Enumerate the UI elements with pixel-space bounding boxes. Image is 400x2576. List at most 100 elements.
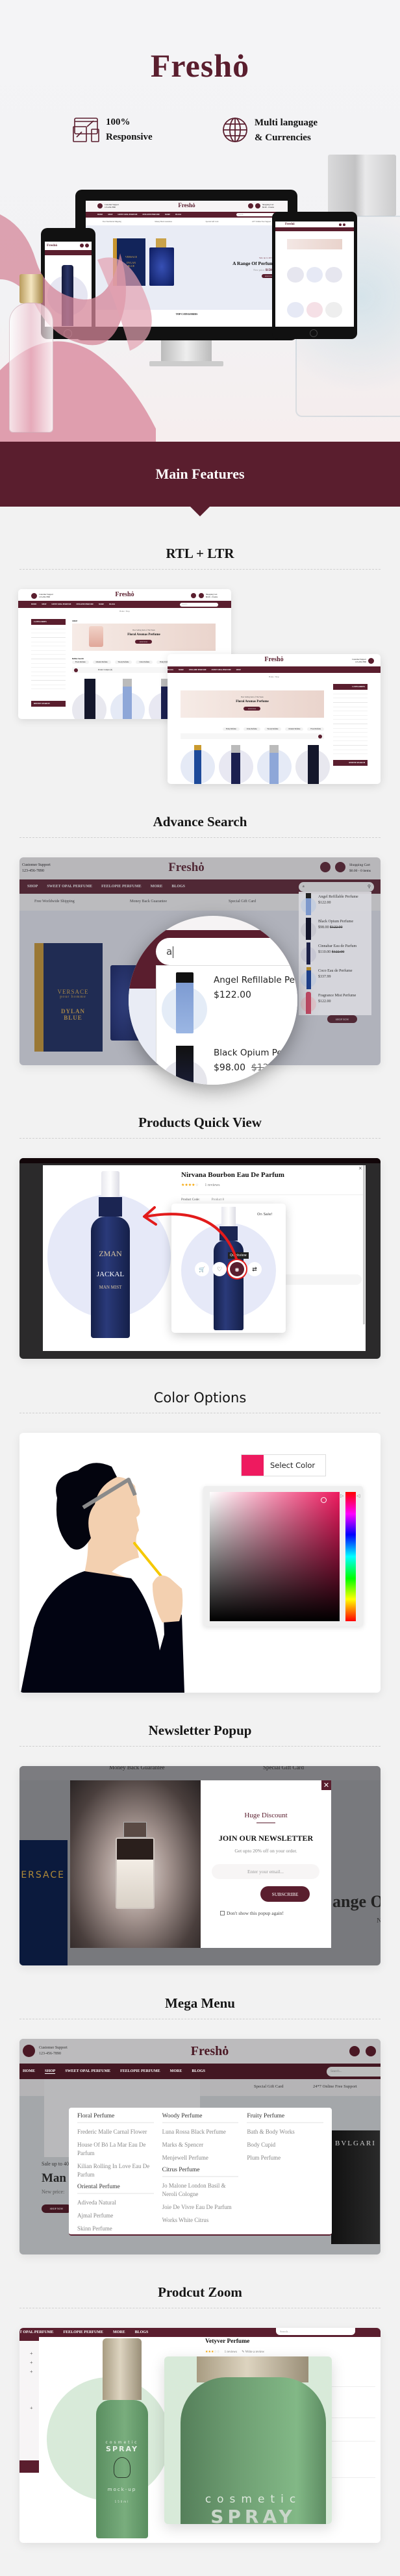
email-input[interactable]: Enter your email... [212,1864,319,1879]
reviews-count[interactable]: 1 reviews [225,2351,237,2354]
product-thumb[interactable] [325,267,342,283]
close-popup-button[interactable]: ✕ [321,1780,331,1790]
magnified-search-input[interactable]: a [156,938,297,965]
mega-item[interactable]: Kilian Rolling In Love Eau De Parfum [77,2162,154,2179]
chip[interactable]: Floral Perfume [72,661,89,664]
mega-item[interactable]: Skinn Perfume [77,2225,154,2233]
mega-item[interactable]: Bath & Body Works [247,2128,323,2136]
search-result[interactable]: Angel Refillable Perfume $122.00 [299,892,371,916]
chip[interactable]: Oriental Perfume [285,727,304,731]
account-icon[interactable] [248,203,253,208]
mega-group-title[interactable]: Oriental Perfume [77,2184,154,2194]
expand-icon[interactable]: + [30,2351,33,2356]
nav-more[interactable]: MORE [113,2330,125,2334]
nav-sweet-opal[interactable]: SWEET OPAL PERFUME [65,2069,110,2073]
expand-icon[interactable]: + [30,2360,33,2366]
product-thumb[interactable] [306,302,323,318]
grid-view-icon[interactable] [318,734,322,739]
mega-group-title[interactable]: Woody Perfume [162,2113,239,2123]
nav-blogs[interactable]: BLOGS [168,669,173,671]
account-icon[interactable] [191,593,196,598]
mega-item[interactable]: Menjewell Perfume [162,2154,239,2162]
product-thumb[interactable] [325,302,342,318]
nav-sweet-opal[interactable]: SWEET OPAL PERFUME [212,669,231,671]
subscribe-button[interactable]: SUBSCRIBE [260,1886,310,1902]
dont-show-checkbox[interactable]: Don't show this popup again! [220,1910,284,1916]
nav-home[interactable]: HOME [23,2069,35,2073]
nav-more[interactable]: MORE [179,669,184,671]
mega-item[interactable]: Ajmal Perfume [77,2212,154,2220]
nav-sweet-opal[interactable]: T OPAL PERFUME [19,2330,53,2334]
nav-feelopie[interactable]: FEELOPIE PERFUME [76,603,94,605]
product-thumb[interactable] [287,302,304,318]
mega-group-title[interactable]: Fruity Perfume [247,2113,324,2123]
nav-blogs[interactable]: BLOGS [135,2330,149,2334]
product-thumb[interactable] [306,267,323,283]
account-icon[interactable] [339,223,342,226]
mega-group-title[interactable]: Floral Perfume [77,2113,154,2123]
expand-icon[interactable]: + [30,2405,33,2411]
cart-icon[interactable] [366,2046,376,2056]
hue-handle-icon[interactable]: ▷ [340,1493,344,1498]
saturation-value-area[interactable] [210,1492,340,1621]
shop-now-button[interactable]: SHOP NOW [42,2204,71,2213]
nav-shop[interactable]: SHOP [45,2069,56,2074]
chip[interactable]: Woody Perfume [114,661,132,664]
search-input[interactable]: Search... [327,2067,381,2077]
banner-shop-now[interactable]: SHOP NOW [135,640,152,644]
product-thumb[interactable] [287,267,304,283]
chip[interactable]: Citrus Perfume [243,727,260,731]
chip[interactable]: Oriental Perfume [92,661,111,664]
nav-feelopie[interactable]: FEELOPIE PERFUME [120,2069,160,2073]
search-input[interactable]: Search... [180,603,218,607]
chip[interactable]: Fruity Perfume [222,727,240,731]
banner-shop-now[interactable]: SHOP NOW [244,707,260,711]
account-icon[interactable] [349,2046,360,2056]
nav-sweet-opal[interactable]: SWEET OPAL PERFUME [51,603,71,605]
nav-blogs[interactable]: BLOGS [175,214,181,216]
checkbox[interactable] [220,1911,225,1915]
compare-link[interactable]: Product Compare (0) [98,667,112,673]
chip[interactable]: Citrus Perfume [136,661,153,664]
nav-shop[interactable]: SHOP [42,603,46,605]
refine-chips: Floral Perfume Oriental Perfume Woody Perf… [222,727,324,731]
mega-item[interactable]: Jo Malone London Basil & Neroli Cologne [162,2182,239,2199]
cart-icon[interactable] [255,203,260,208]
mega-item[interactable]: Adiveda Natural [77,2199,154,2207]
color-marker[interactable] [321,1497,327,1503]
nav-more[interactable]: MORE [170,2069,182,2073]
nav-shop[interactable]: SHOP [236,669,241,671]
search-input[interactable]: Search... [236,213,275,216]
mega-item[interactable]: Frederic Malle Carnal Flower [77,2128,154,2136]
nav-more[interactable]: MORE [99,603,104,605]
mega-item[interactable]: Marks & Spencer [162,2141,239,2149]
select-color-button[interactable]: Select Color [241,1454,326,1476]
chip[interactable]: Woody Perfume [264,727,282,731]
perfume-bottle [116,1837,155,1909]
mega-item[interactable]: Body Cupid [247,2141,323,2149]
search-result[interactable]: Coco Eau de Perfume $337.99 [299,966,371,991]
mega-group-title[interactable]: Citrus Perfume [162,2167,239,2177]
expand-icon[interactable]: + [30,2369,33,2375]
nav-feelopie[interactable]: FEELOPIE PERFUME [63,2330,103,2334]
mega-item[interactable]: Luna Rossa Black Perfume [162,2128,239,2136]
mega-item[interactable]: Works White Citrus [162,2216,239,2225]
hue-slider[interactable] [345,1492,356,1621]
nav-blogs[interactable]: BLOGS [109,603,115,605]
mega-item[interactable]: Joie De Vivre Eau De Parfum [162,2203,239,2212]
search-result[interactable]: Fragrance Mist Perfume $122.00 [299,991,371,1015]
chip[interactable]: Floral Perfume [307,727,324,731]
mega-item[interactable]: House Of Bō La Mar Eau De Parfum [77,2141,154,2158]
nav-blogs[interactable]: BLOGS [192,2069,205,2073]
search-result[interactable]: Black Opium Perfume $98.00 $122.00 [299,916,371,941]
hue-handle-icon[interactable]: ◁ [356,1493,360,1498]
search-input[interactable]: Search... [276,2328,355,2335]
search-result[interactable]: Cinnabar Eau de Parfum $110.00 $122.00 [299,941,371,966]
nav-feelopie[interactable]: FEELOPIE PERFUME [189,669,206,671]
cart-icon[interactable] [343,223,345,226]
nav-home[interactable]: HOME [31,603,36,605]
grid-view-icon[interactable] [74,668,78,672]
cart-icon[interactable] [199,593,204,598]
mega-item[interactable]: Plum Perfume [247,2154,323,2162]
write-review-link[interactable]: ✎ Write a review [242,2351,264,2354]
